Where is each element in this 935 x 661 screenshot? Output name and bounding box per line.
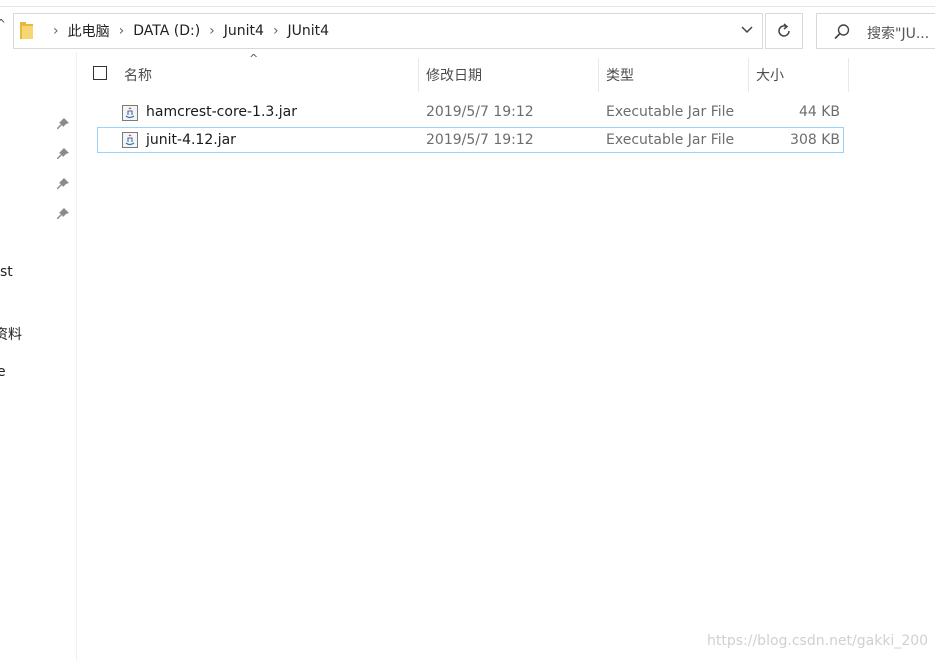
column-header-size-label: 大小 (756, 68, 784, 84)
file-size: 308 KB (790, 132, 840, 148)
breadcrumb-data-drive[interactable]: DATA (D:) (133, 23, 200, 39)
watermark-text: https://blog.csdn.net/gakki_200 (707, 633, 929, 649)
nav-item-partial[interactable]: st (0, 264, 13, 280)
refresh-button[interactable] (765, 13, 803, 49)
column-header-size[interactable]: 大小 (756, 58, 846, 92)
select-all-checkbox[interactable] (93, 66, 107, 80)
folder-icon (20, 22, 33, 39)
column-divider[interactable] (848, 58, 849, 92)
nav-item-partial[interactable]: e (0, 364, 6, 380)
column-header-date-label: 修改日期 (426, 68, 482, 84)
column-header-date[interactable]: 修改日期 (426, 58, 596, 92)
address-bar[interactable]: › 此电脑 › DATA (D:) › Junit4 › JUnit4 (13, 13, 763, 49)
pin-icon[interactable] (56, 147, 70, 161)
file-row[interactable]: junit-4.12.jar 2019/5/7 19:12 Executable… (97, 127, 844, 153)
column-divider[interactable] (598, 58, 599, 92)
file-date: 2019/5/7 19:12 (426, 132, 534, 148)
search-box[interactable]: 搜索"JU... (816, 13, 935, 49)
search-icon (834, 24, 850, 40)
jar-file-icon (122, 132, 138, 148)
chevron-down-icon[interactable] (740, 22, 754, 38)
breadcrumb-junit4-parent[interactable]: Junit4 (224, 23, 264, 39)
file-row[interactable]: hamcrest-core-1.3.jar 2019/5/7 19:12 Exe… (97, 100, 844, 126)
chevron-right-icon[interactable]: › (209, 23, 215, 39)
column-divider[interactable] (418, 58, 419, 92)
column-header-name[interactable]: 名称 (124, 58, 414, 92)
file-type: Executable Jar File (606, 104, 735, 120)
file-name[interactable]: junit-4.12.jar (146, 128, 236, 152)
breadcrumb: › 此电脑 › DATA (D:) › Junit4 › JUnit4 (44, 14, 329, 48)
column-divider[interactable] (748, 58, 749, 92)
column-header-type-label: 类型 (606, 68, 634, 84)
column-header-type[interactable]: 类型 (606, 58, 746, 92)
chevron-right-icon[interactable]: › (53, 23, 59, 39)
column-header-name-label: 名称 (124, 68, 152, 84)
up-arrow-icon[interactable]: ^ (0, 17, 6, 31)
file-type: Executable Jar File (606, 132, 735, 148)
window-top-border (0, 0, 935, 7)
file-size: 44 KB (798, 104, 840, 120)
breadcrumb-junit4-current[interactable]: JUnit4 (288, 23, 330, 39)
nav-item-partial[interactable]: 资料 (0, 324, 22, 344)
pin-icon[interactable] (56, 207, 70, 221)
breadcrumb-this-pc[interactable]: 此电脑 (68, 21, 110, 41)
pin-icon[interactable] (56, 117, 70, 131)
navigation-pane: st 资料 e (0, 52, 77, 661)
refresh-icon (778, 23, 790, 37)
file-date: 2019/5/7 19:12 (426, 104, 534, 120)
chevron-right-icon[interactable]: › (273, 23, 279, 39)
pin-icon[interactable] (56, 177, 70, 191)
search-input[interactable]: 搜索"JU... (867, 23, 929, 43)
jar-file-icon (122, 105, 138, 121)
chevron-right-icon[interactable]: › (119, 23, 125, 39)
file-name[interactable]: hamcrest-core-1.3.jar (146, 100, 297, 124)
